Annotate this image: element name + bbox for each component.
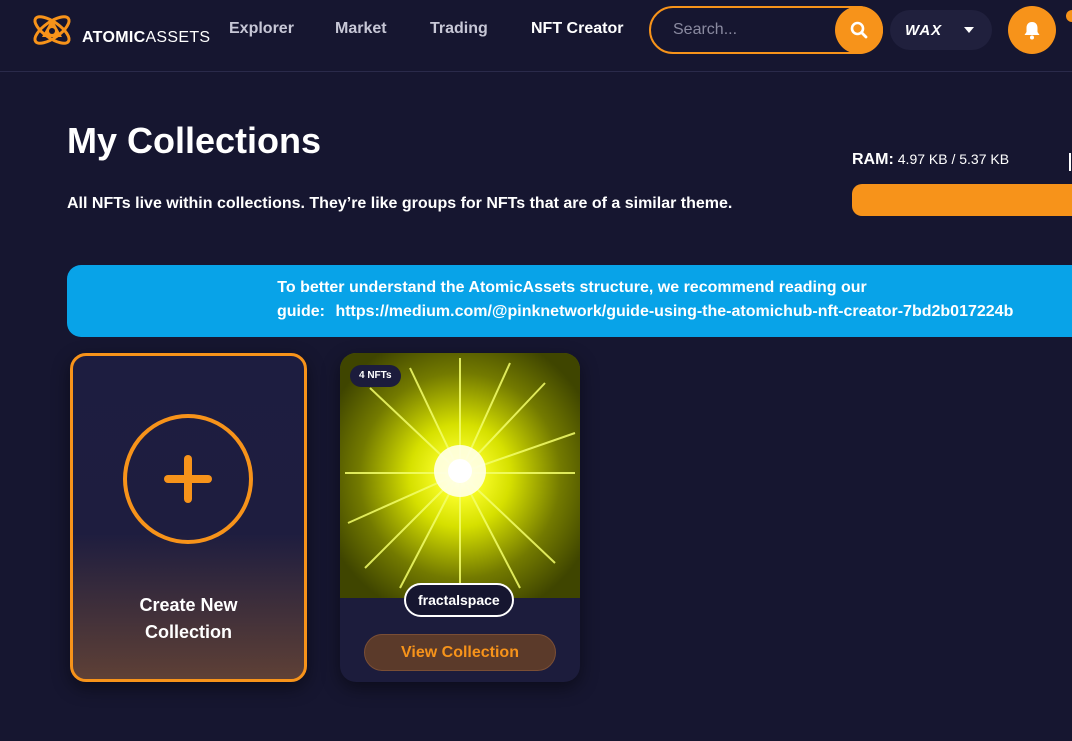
nav-trading[interactable]: Trading <box>430 20 488 38</box>
ram-usage: RAM: 4.97 KB / 5.37 KB <box>852 151 1009 169</box>
ram-progress-bar[interactable] <box>852 184 1072 216</box>
chain-label: WAX <box>905 22 943 39</box>
top-navbar: ATOMICASSETS Explorer Market Trading NFT… <box>0 0 1072 72</box>
yellow-starburst-image <box>340 353 580 598</box>
bell-icon <box>1024 22 1040 40</box>
logo-wordmark: ATOMICASSETS <box>82 29 211 46</box>
nav-nft-creator[interactable]: NFT Creator <box>531 20 623 38</box>
plus-icon <box>123 414 253 544</box>
banner-text: To better understand the AtomicAssets st… <box>277 279 867 296</box>
page-title: My Collections <box>67 120 322 161</box>
guide-link[interactable]: https://medium.com/@pinknetwork/guide-us… <box>335 303 1013 320</box>
atom-logo-icon <box>33 15 71 45</box>
notifications-button[interactable] <box>1008 6 1056 54</box>
create-collection-label: Create New Collection <box>139 595 238 642</box>
view-collection-button[interactable]: View Collection <box>364 634 556 671</box>
create-collection-card[interactable]: Create New Collection <box>70 353 307 682</box>
chain-selector[interactable]: WAX <box>890 10 992 50</box>
guide-banner: To better understand the AtomicAssets st… <box>67 265 1072 337</box>
page-description: All NFTs live within collections. They’r… <box>67 195 733 212</box>
search-button[interactable] <box>835 6 883 54</box>
profile-avatar-edge[interactable] <box>1066 10 1072 22</box>
atomicassets-logo[interactable]: ATOMICASSETS <box>30 6 215 54</box>
ram-label: RAM: <box>852 151 894 168</box>
nav-explorer[interactable]: Explorer <box>229 20 294 38</box>
collection-name-tag[interactable]: fractalspace <box>404 583 514 617</box>
collection-card: 4 NFTs fractalspace View Collection <box>340 353 580 682</box>
nft-count-badge: 4 NFTs <box>350 365 401 387</box>
search-input[interactable] <box>673 18 823 42</box>
search-icon <box>850 21 868 39</box>
ram-value: 4.97 KB / 5.37 KB <box>897 151 1010 167</box>
caret-down-icon <box>964 27 974 33</box>
banner-guide-prefix: guide: <box>277 303 325 320</box>
ram-edge-marker <box>1069 153 1071 171</box>
banner-guide-line: guide: https://medium.com/@pinknetwork/g… <box>277 303 1013 321</box>
search-bar <box>649 6 883 54</box>
nav-market[interactable]: Market <box>335 20 387 38</box>
